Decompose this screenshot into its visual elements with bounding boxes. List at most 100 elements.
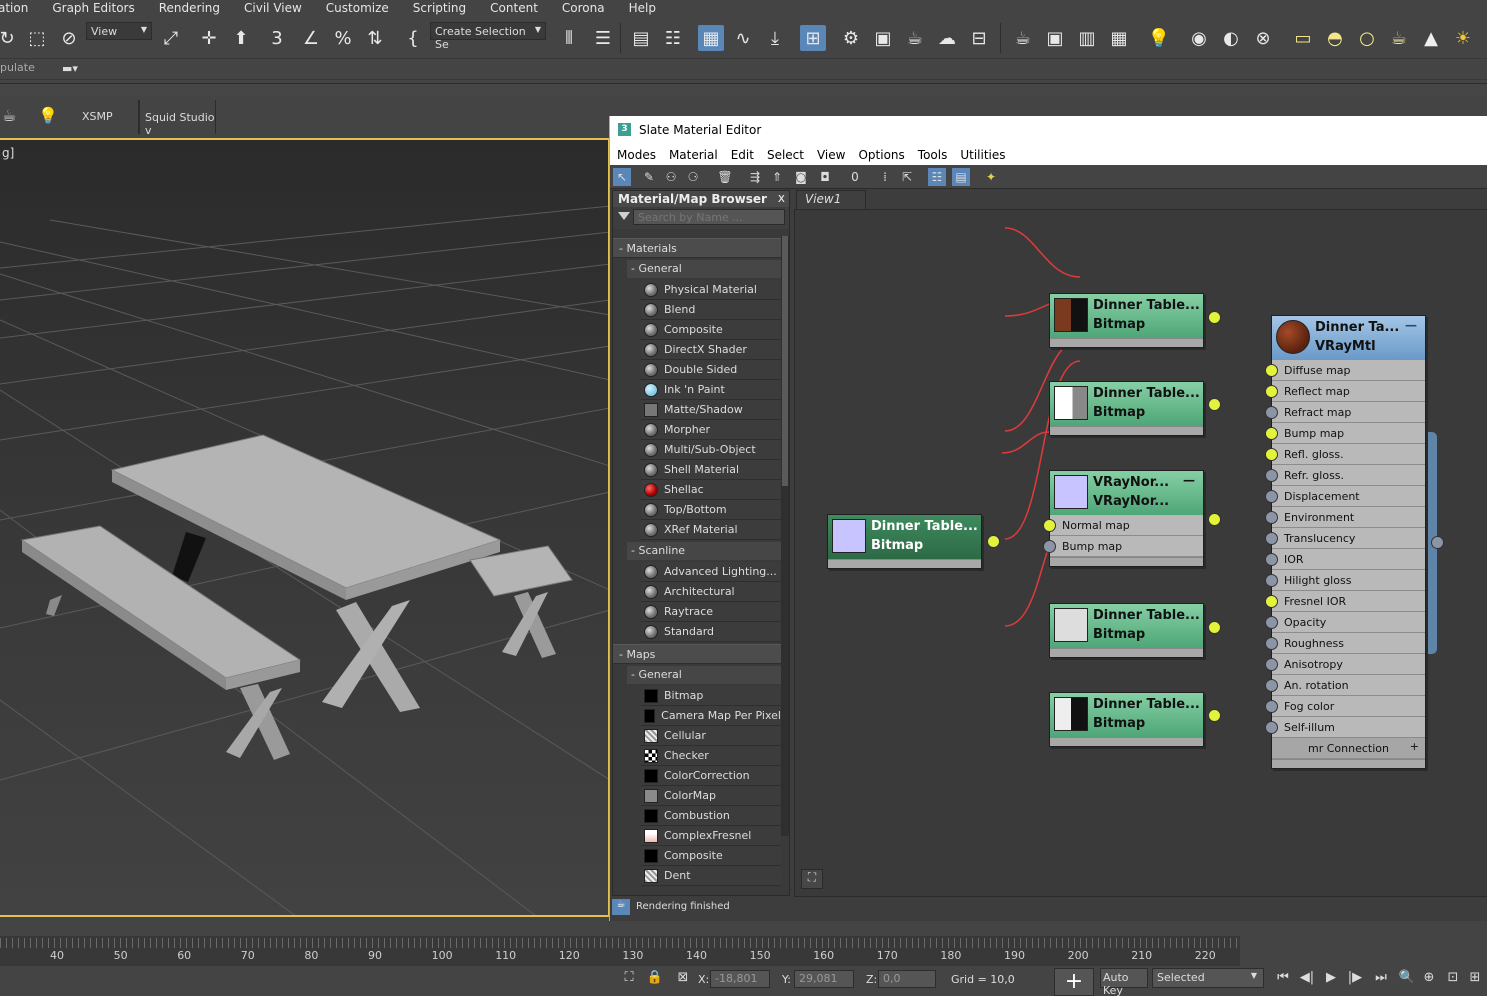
map-item[interactable]: Dent (641, 866, 781, 886)
vraymtl-input-socket[interactable] (1265, 637, 1278, 650)
pick-material-icon[interactable]: ✎ (640, 168, 658, 186)
normal-map-input-socket[interactable] (1043, 519, 1056, 532)
sphere-light-icon[interactable]: ○ (1354, 25, 1380, 51)
teapot-render-icon[interactable]: ☕ (2, 106, 16, 125)
slot-bump-map[interactable]: Bump map (1272, 423, 1425, 444)
menu-graph-editors[interactable]: Graph Editors (52, 1, 134, 15)
bitmap-node-5[interactable]: Dinner Table... Bitmap (1049, 692, 1204, 747)
bitmap-node-3[interactable]: Dinner Table... Bitmap (827, 514, 982, 569)
vraymtl-input-socket[interactable] (1265, 553, 1278, 566)
map-item[interactable]: ColorCorrection (641, 766, 781, 786)
category-maps[interactable]: - Maps (613, 644, 781, 664)
move-children-icon[interactable]: ⇶ (746, 168, 764, 186)
absolute-mode-icon[interactable]: ⊠ (674, 970, 692, 988)
vraymtl-input-socket[interactable] (1265, 658, 1278, 671)
ribbon-toggle-icon[interactable]: ▦ (698, 25, 724, 51)
zoom-icon[interactable]: 🔍 (1398, 970, 1416, 988)
render-frame-icon[interactable]: ☕ (902, 25, 928, 51)
select-tool-icon[interactable]: ↖ (613, 168, 631, 186)
slot-ior[interactable]: IOR (1272, 549, 1425, 570)
vraymtl-output-socket[interactable] (1431, 536, 1444, 549)
light-lister-icon[interactable]: 💡 (1146, 25, 1172, 51)
angle-snap-icon[interactable]: ∠ (298, 25, 324, 51)
material-item[interactable]: Raytrace (641, 602, 781, 622)
material-item[interactable]: Matte/Shadow (641, 400, 781, 420)
slot-bump-map[interactable]: Bump map (1050, 536, 1203, 557)
bump-map-input-socket[interactable] (1043, 540, 1056, 553)
sme-menu-material[interactable]: Material (669, 148, 718, 162)
auto-key-button[interactable]: Auto Key (1100, 968, 1148, 996)
key-filter-dropdown[interactable]: Selected ▼ (1152, 968, 1264, 988)
y-coordinate-field[interactable]: 29,081 (794, 970, 854, 988)
slot-roughness[interactable]: Roughness (1272, 633, 1425, 654)
background-icon[interactable]: ◘ (816, 168, 834, 186)
subcategory-general[interactable]: - General (627, 260, 781, 278)
slot-refl-gloss[interactable]: Refl. gloss. (1272, 444, 1425, 465)
vraynormalmap-node[interactable]: VRayNor... VRayNor... — Normal map Bump … (1049, 470, 1204, 567)
spot-light-icon[interactable]: ▲ (1418, 25, 1444, 51)
isolate-icon[interactable]: ⛶ (620, 970, 638, 988)
material-item[interactable]: Shellac (641, 480, 781, 500)
sme-menu-options[interactable]: Options (858, 148, 904, 162)
subcategory-scanline[interactable]: - Scanline (627, 542, 781, 560)
slot-hilight-gloss[interactable]: Hilight gloss (1272, 570, 1425, 591)
vraymtl-input-socket[interactable] (1265, 679, 1278, 692)
frame-buffer-icon[interactable]: ▣ (1042, 25, 1068, 51)
browser-scrollbar[interactable] (781, 236, 789, 836)
camera-icon[interactable]: ◉ (1186, 25, 1212, 51)
bitmap-node-3-output-socket[interactable] (987, 535, 1000, 548)
material-item[interactable]: Shell Material (641, 460, 781, 480)
vraymtl-input-socket[interactable] (1265, 511, 1278, 524)
xsmp-label[interactable]: XSMP (82, 110, 113, 123)
zoom-extents-all-icon[interactable]: ⊞ (1466, 970, 1484, 988)
material-item[interactable]: Blend (641, 300, 781, 320)
snap-3d-icon[interactable]: 3 (264, 25, 290, 51)
bitmap-node-4-output-socket[interactable] (1208, 621, 1221, 634)
menu-rendering[interactable]: Rendering (159, 1, 220, 15)
material-item[interactable]: XRef Material (641, 520, 781, 540)
menu-scripting[interactable]: Scripting (413, 1, 466, 15)
bitmap-node-2[interactable]: Dinner Table... Bitmap (1049, 381, 1204, 436)
material-item[interactable]: Multi/Sub-Object (641, 440, 781, 460)
material-item[interactable]: Morpher (641, 420, 781, 440)
vraymtl-input-socket[interactable] (1265, 700, 1278, 713)
add-time-tag-icon[interactable]: + (1054, 968, 1094, 996)
vraymtl-input-socket[interactable] (1265, 490, 1278, 503)
material-item[interactable]: Ink 'n Paint (641, 380, 781, 400)
navigator-icon[interactable]: ⛶ (801, 869, 823, 889)
vraymtl-input-socket[interactable] (1265, 406, 1278, 419)
slot-environment[interactable]: Environment (1272, 507, 1425, 528)
move-icon[interactable]: ✛ (196, 25, 222, 51)
map-item[interactable]: Combustion (641, 806, 781, 826)
bitmap-node-5-output-socket[interactable] (1208, 709, 1221, 722)
map-item[interactable]: ComplexFresnel (641, 826, 781, 846)
material-id-icon[interactable]: 0 (846, 168, 864, 186)
reference-coordinate-dropdown[interactable]: View ▼ (86, 22, 152, 40)
slot-refr-gloss[interactable]: Refr. gloss. (1272, 465, 1425, 486)
lock-icon[interactable]: 🔒 (646, 970, 664, 988)
material-item[interactable]: Advanced Lighting... (641, 562, 781, 582)
z-coordinate-field[interactable]: 0,0 (878, 970, 936, 988)
go-to-end-icon[interactable]: ⏭ (1372, 970, 1390, 988)
select-region-icon[interactable]: ⬚ (24, 25, 50, 51)
squid-studio-button[interactable]: Squid Studio v (138, 100, 216, 137)
pivot-icon[interactable]: ⤢ (158, 25, 184, 51)
vraymtl-input-socket[interactable] (1265, 469, 1278, 482)
align-icon[interactable]: ☰ (590, 25, 616, 51)
map-item[interactable]: Composite (641, 846, 781, 866)
vraymtl-input-socket[interactable] (1265, 427, 1278, 440)
render-production-icon[interactable]: ☁ (934, 25, 960, 51)
delete-icon[interactable]: 🗑 (716, 168, 734, 186)
curve-editor-icon[interactable]: ∿ (730, 25, 756, 51)
named-selection-dropdown[interactable]: Create Selection Se ▼ (430, 22, 546, 51)
vraynormalmap-output-socket[interactable] (1208, 513, 1221, 526)
map-item[interactable]: Cellular (641, 726, 781, 746)
percent-snap-icon[interactable]: % (330, 25, 356, 51)
material-item[interactable]: DirectX Shader (641, 340, 781, 360)
slot-fog-color[interactable]: Fog color (1272, 696, 1425, 717)
map-item[interactable]: ColorMap (641, 786, 781, 806)
menu-civil-view[interactable]: Civil View (244, 1, 302, 15)
menu-animation[interactable]: ation (0, 1, 28, 15)
sme-menu-modes[interactable]: Modes (617, 148, 656, 162)
timeline[interactable]: 40 50 60 70 80 90 100 110 120 130 140 150 160 170 180 1… (0, 936, 1240, 966)
